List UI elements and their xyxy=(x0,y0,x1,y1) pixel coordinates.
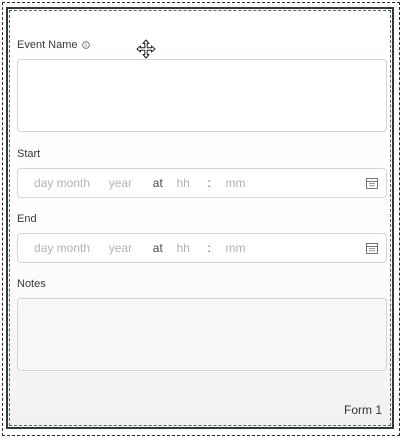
start-year-input[interactable]: year xyxy=(109,176,132,190)
notes-textarea[interactable] xyxy=(17,298,387,371)
calendar-icon[interactable] xyxy=(366,242,378,254)
start-colon: : xyxy=(207,176,211,190)
end-datetime-field[interactable]: day month year at hh : mm xyxy=(17,233,387,263)
end-minute-input[interactable]: mm xyxy=(226,241,246,255)
move-cursor-icon xyxy=(136,39,156,59)
start-minute-input[interactable]: mm xyxy=(226,176,246,190)
form-panel[interactable]: Event Name Start day month year at hh : … xyxy=(6,7,394,429)
end-label: End xyxy=(17,213,37,225)
start-at-text: at xyxy=(152,176,163,190)
event-name-input[interactable] xyxy=(17,59,387,132)
info-icon[interactable] xyxy=(81,41,90,49)
end-hour-input[interactable]: hh xyxy=(176,241,189,255)
form-name-label: Form 1 xyxy=(343,403,382,417)
end-year-input[interactable]: year xyxy=(109,241,132,255)
start-day-month-input[interactable]: day month xyxy=(34,176,90,190)
event-name-label-text: Event Name xyxy=(17,39,78,51)
event-name-label: Event Name xyxy=(17,39,90,51)
calendar-icon[interactable] xyxy=(366,177,378,189)
start-hour-input[interactable]: hh xyxy=(176,176,189,190)
end-day-month-input[interactable]: day month xyxy=(34,241,90,255)
notes-label: Notes xyxy=(17,278,46,290)
start-datetime-field[interactable]: day month year at hh : mm xyxy=(17,168,387,198)
end-at-text: at xyxy=(152,241,163,255)
start-label: Start xyxy=(17,148,41,160)
end-colon: : xyxy=(207,241,211,255)
